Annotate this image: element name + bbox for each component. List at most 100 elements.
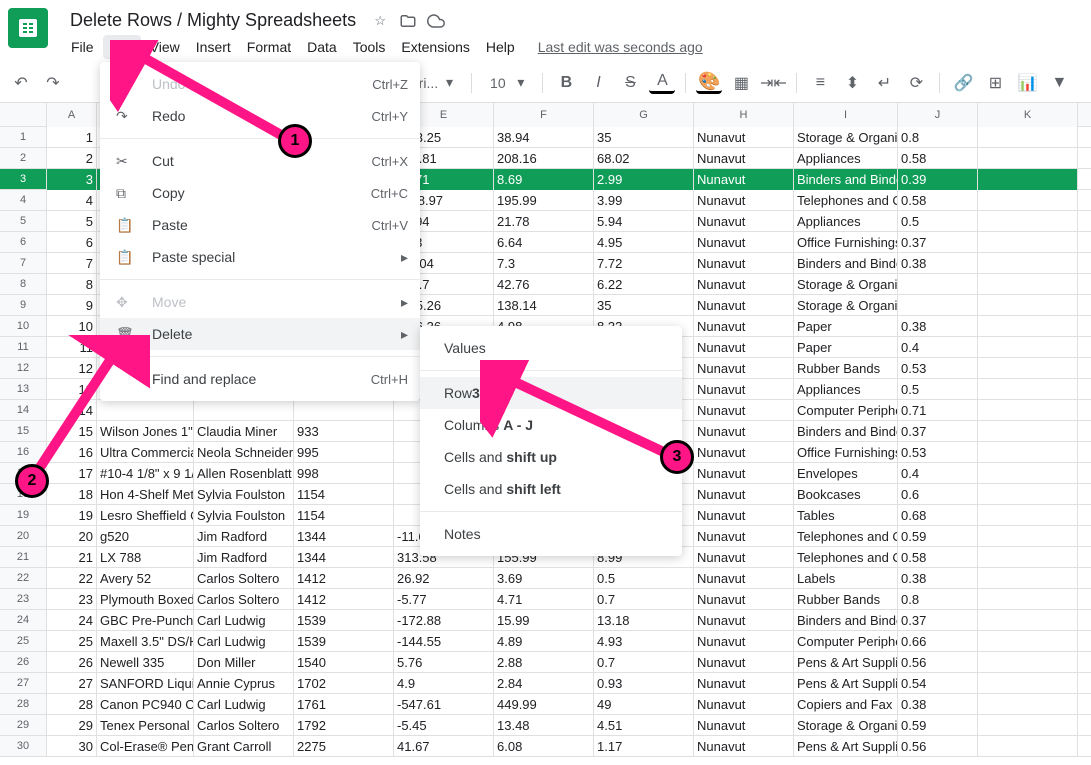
cell[interactable]: Carl Ludwig bbox=[194, 694, 294, 715]
cell[interactable] bbox=[978, 127, 1078, 148]
document-title[interactable]: Delete Rows / Mighty Spreadsheets bbox=[64, 8, 362, 33]
cell[interactable]: 21.78 bbox=[494, 211, 594, 232]
cell[interactable] bbox=[898, 274, 978, 295]
menu-tools[interactable]: Tools bbox=[346, 35, 393, 59]
cell[interactable]: 1539 bbox=[294, 631, 394, 652]
cell[interactable]: 0.71 bbox=[898, 400, 978, 421]
italic-button[interactable]: I bbox=[585, 70, 611, 96]
cell[interactable]: 0.66 bbox=[898, 631, 978, 652]
fill-color-button[interactable]: 🎨 bbox=[696, 72, 722, 94]
cell[interactable]: 13.48 bbox=[494, 715, 594, 736]
cell[interactable]: 26.92 bbox=[394, 568, 494, 589]
bold-button[interactable]: B bbox=[553, 70, 579, 96]
cell[interactable]: 0.38 bbox=[898, 253, 978, 274]
cell[interactable] bbox=[978, 421, 1078, 442]
column-header-g[interactable]: G bbox=[594, 103, 694, 127]
cell[interactable] bbox=[978, 400, 1078, 421]
rotate-button[interactable]: ⟳ bbox=[903, 70, 929, 96]
cell[interactable]: Neola Schneider bbox=[194, 442, 294, 463]
cell[interactable]: 195.99 bbox=[494, 190, 594, 211]
cell[interactable]: 4.71 bbox=[494, 589, 594, 610]
cell[interactable]: Nunavut bbox=[694, 589, 794, 610]
cell[interactable]: 2 bbox=[47, 148, 97, 169]
cell[interactable]: 0.56 bbox=[898, 736, 978, 757]
redo-button[interactable]: ↷ bbox=[40, 70, 66, 96]
cell[interactable]: Storage & Organization bbox=[794, 127, 898, 148]
cell[interactable]: 4.89 bbox=[494, 631, 594, 652]
cell[interactable]: Lesro Sheffield Collection bbox=[97, 505, 194, 526]
cell[interactable]: Labels bbox=[794, 568, 898, 589]
cell[interactable]: 0.4 bbox=[898, 463, 978, 484]
cell[interactable]: g520 bbox=[97, 526, 194, 547]
column-header-a[interactable]: A bbox=[47, 103, 97, 127]
cell[interactable]: Nunavut bbox=[694, 337, 794, 358]
cell[interactable]: -547.61 bbox=[394, 694, 494, 715]
cell[interactable]: -172.88 bbox=[394, 610, 494, 631]
cell[interactable] bbox=[978, 631, 1078, 652]
cell[interactable]: Nunavut bbox=[694, 694, 794, 715]
cell[interactable]: 0.39 bbox=[898, 169, 978, 190]
cell[interactable]: Nunavut bbox=[694, 148, 794, 169]
cell[interactable]: -5.45 bbox=[394, 715, 494, 736]
cell[interactable]: Nunavut bbox=[694, 127, 794, 148]
cell[interactable]: 8 bbox=[47, 274, 97, 295]
cell[interactable]: Grant Carroll bbox=[194, 736, 294, 757]
cell[interactable]: Plymouth Boxed bbox=[97, 589, 194, 610]
cell[interactable] bbox=[978, 316, 1078, 337]
cell[interactable] bbox=[978, 379, 1078, 400]
cell[interactable]: 5 bbox=[47, 211, 97, 232]
cell[interactable]: 449.99 bbox=[494, 694, 594, 715]
cell[interactable]: Carlos Soltero bbox=[194, 568, 294, 589]
cell[interactable] bbox=[978, 652, 1078, 673]
cell[interactable]: 0.59 bbox=[898, 715, 978, 736]
cell[interactable]: 35 bbox=[594, 127, 694, 148]
cell[interactable]: 0.59 bbox=[898, 526, 978, 547]
borders-button[interactable]: ▦ bbox=[728, 70, 754, 96]
cell[interactable] bbox=[978, 484, 1078, 505]
cell[interactable]: Rubber Bands bbox=[794, 358, 898, 379]
cell[interactable]: Telephones and Communication bbox=[794, 526, 898, 547]
cell[interactable]: Sylvia Foulston bbox=[194, 505, 294, 526]
filter-button[interactable]: ▼ bbox=[1046, 70, 1072, 96]
cell[interactable]: Telephones and Communication bbox=[794, 547, 898, 568]
cell[interactable]: 42.76 bbox=[494, 274, 594, 295]
cell[interactable]: 8.69 bbox=[494, 169, 594, 190]
merge-button[interactable]: ⇥⇤ bbox=[760, 70, 786, 96]
cell[interactable]: Rubber Bands bbox=[794, 589, 898, 610]
row-header[interactable]: 2 bbox=[0, 148, 46, 169]
row-header[interactable]: 30 bbox=[0, 736, 46, 757]
cell[interactable]: 0.38 bbox=[898, 568, 978, 589]
cell[interactable]: Don Miller bbox=[194, 652, 294, 673]
cell[interactable]: Nunavut bbox=[694, 295, 794, 316]
row-header[interactable]: 25 bbox=[0, 631, 46, 652]
cell[interactable]: Nunavut bbox=[694, 652, 794, 673]
cell[interactable]: Binders and Binder Accessories bbox=[794, 421, 898, 442]
row-header[interactable]: 1 bbox=[0, 127, 46, 148]
cell[interactable]: Allen Rosenblatt bbox=[194, 463, 294, 484]
cell[interactable]: Computer Peripherals bbox=[794, 631, 898, 652]
cell[interactable]: 15.99 bbox=[494, 610, 594, 631]
row-header[interactable]: 4 bbox=[0, 190, 46, 211]
delete-notes[interactable]: Notes bbox=[420, 518, 682, 550]
cell[interactable] bbox=[978, 274, 1078, 295]
cell[interactable]: 4.95 bbox=[594, 232, 694, 253]
cell[interactable]: 1702 bbox=[294, 673, 394, 694]
v-align-button[interactable]: ⬍ bbox=[839, 70, 865, 96]
cell[interactable]: 2275 bbox=[294, 736, 394, 757]
cell[interactable]: 0.8 bbox=[898, 589, 978, 610]
cell[interactable]: Nunavut bbox=[694, 631, 794, 652]
cell[interactable]: 41.67 bbox=[394, 736, 494, 757]
cell[interactable]: 1412 bbox=[294, 568, 394, 589]
cell[interactable]: 0.54 bbox=[898, 673, 978, 694]
cell[interactable] bbox=[978, 568, 1078, 589]
link-button[interactable]: 🔗 bbox=[950, 70, 976, 96]
cell[interactable]: Storage & Organization bbox=[794, 274, 898, 295]
cell[interactable]: Office Furnishings bbox=[794, 442, 898, 463]
cell[interactable]: Storage & Organization bbox=[794, 715, 898, 736]
cell[interactable]: 22 bbox=[47, 568, 97, 589]
cell[interactable]: 1540 bbox=[294, 652, 394, 673]
cell[interactable]: 24 bbox=[47, 610, 97, 631]
edit-paste-special[interactable]: 📋Paste special▸ bbox=[100, 241, 420, 273]
cell[interactable]: GBC Pre-Punched bbox=[97, 610, 194, 631]
row-header[interactable]: 27 bbox=[0, 673, 46, 694]
